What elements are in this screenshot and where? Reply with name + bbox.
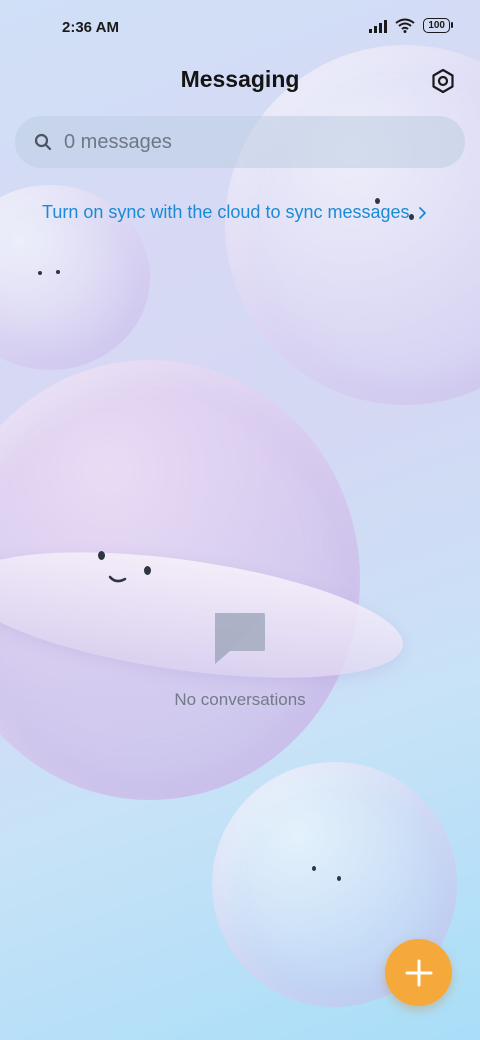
planet-bubble-character xyxy=(0,360,360,800)
battery-icon: 100 xyxy=(423,18,453,33)
status-bar: 2:36 AM 100 xyxy=(0,0,480,56)
search-bar[interactable] xyxy=(15,116,465,168)
face-eye xyxy=(144,566,151,575)
face-eye xyxy=(312,866,316,871)
status-time: 2:36 AM xyxy=(62,19,119,36)
wifi-icon xyxy=(395,18,415,33)
face-eye xyxy=(38,271,42,275)
status-icons: 100 xyxy=(369,18,453,33)
empty-state-text: No conversations xyxy=(174,690,306,709)
sync-banner[interactable]: Turn on sync with the cloud to sync mess… xyxy=(42,202,427,223)
planet-ring xyxy=(0,529,411,701)
search-input[interactable] xyxy=(62,129,446,155)
face-eye xyxy=(98,551,105,560)
signal-icon xyxy=(369,19,388,33)
sync-banner-text: Turn on sync with the cloud to sync mess… xyxy=(42,202,410,222)
settings-icon[interactable] xyxy=(430,68,456,94)
face-smile xyxy=(108,575,127,583)
search-icon xyxy=(34,133,52,151)
message-bubble-icon xyxy=(215,613,265,664)
face-eye xyxy=(56,270,60,274)
new-message-button[interactable] xyxy=(385,939,452,1006)
bubble-character-large xyxy=(225,45,480,405)
page-title: Messaging xyxy=(180,66,300,92)
face-eye xyxy=(337,876,341,881)
plus-icon xyxy=(405,959,432,986)
chevron-right-icon xyxy=(418,206,426,219)
